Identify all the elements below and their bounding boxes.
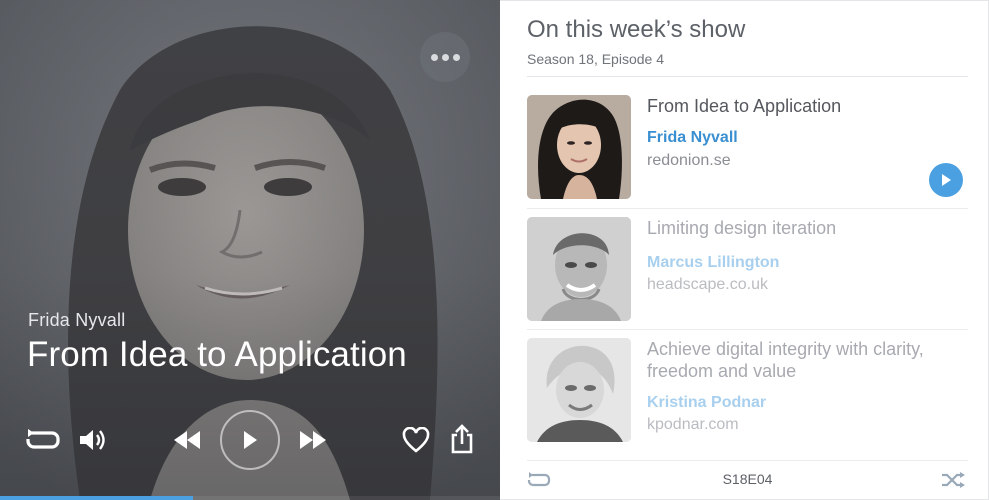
episode-site[interactable]: kpodnar.com bbox=[647, 416, 739, 434]
episode-title: Limiting design iteration bbox=[647, 218, 837, 238]
heart-icon bbox=[402, 427, 430, 453]
now-playing-title: From Idea to Application bbox=[27, 335, 407, 374]
playlist-repeat-button[interactable] bbox=[527, 471, 551, 489]
speaker-thumbnail bbox=[527, 217, 631, 321]
episode-title: From Idea to Application bbox=[647, 96, 842, 116]
play-icon bbox=[244, 431, 257, 449]
fast-forward-icon bbox=[300, 431, 326, 449]
volume-icon bbox=[80, 430, 105, 450]
more-dot bbox=[441, 53, 449, 61]
more-horizontal-icon bbox=[430, 53, 438, 61]
episode-site[interactable]: headscape.co.uk bbox=[647, 276, 768, 294]
divider bbox=[527, 208, 968, 209]
repeat-icon bbox=[26, 429, 60, 449]
episode-code: S18E04 bbox=[722, 471, 773, 487]
episode-item[interactable]: From Idea to Application Frida Nyvall re… bbox=[527, 95, 968, 200]
play-button[interactable] bbox=[220, 410, 280, 470]
rewind-icon bbox=[174, 431, 200, 449]
repeat-icon bbox=[527, 472, 551, 487]
progress-bar[interactable] bbox=[0, 496, 500, 500]
episode-playlist: On this week’s show Season 18, Episode 4… bbox=[500, 0, 989, 500]
like-button[interactable] bbox=[400, 424, 432, 456]
progress-fill bbox=[0, 496, 193, 500]
volume-button[interactable] bbox=[78, 425, 108, 455]
episode-title: Achieve digital integrity with clarity, … bbox=[647, 339, 924, 381]
episode-site[interactable]: redonion.se bbox=[647, 152, 731, 170]
speaker-thumbnail bbox=[527, 338, 631, 442]
episode-speaker[interactable]: Frida Nyvall bbox=[647, 129, 738, 147]
more-dot bbox=[452, 53, 460, 61]
now-playing-speaker: Frida Nyvall bbox=[28, 310, 126, 330]
divider bbox=[527, 76, 968, 77]
more-options-button[interactable] bbox=[420, 32, 470, 82]
share-icon bbox=[451, 424, 473, 454]
shuffle-button[interactable] bbox=[940, 471, 966, 489]
fast-forward-button[interactable] bbox=[296, 426, 330, 454]
speaker-thumbnail bbox=[527, 95, 631, 199]
episode-speaker[interactable]: Kristina Podnar bbox=[647, 394, 766, 412]
repeat-button[interactable] bbox=[26, 426, 60, 454]
divider bbox=[527, 329, 968, 330]
episode-speaker[interactable]: Marcus Lillington bbox=[647, 254, 779, 272]
divider bbox=[527, 460, 968, 461]
playlist-heading: On this week’s show bbox=[527, 16, 746, 43]
shuffle-icon bbox=[942, 472, 965, 488]
playlist-subheading: Season 18, Episode 4 bbox=[527, 51, 664, 67]
play-icon bbox=[942, 174, 951, 186]
episode-item[interactable]: Achieve digital integrity with clarity, … bbox=[527, 338, 968, 443]
episode-play-button[interactable] bbox=[929, 163, 963, 197]
episode-item[interactable]: Limiting design iteration Marcus Lilling… bbox=[527, 217, 968, 322]
rewind-button[interactable] bbox=[170, 426, 204, 454]
share-button[interactable] bbox=[448, 422, 476, 456]
video-player: Frida Nyvall From Idea to Application bbox=[0, 0, 500, 500]
